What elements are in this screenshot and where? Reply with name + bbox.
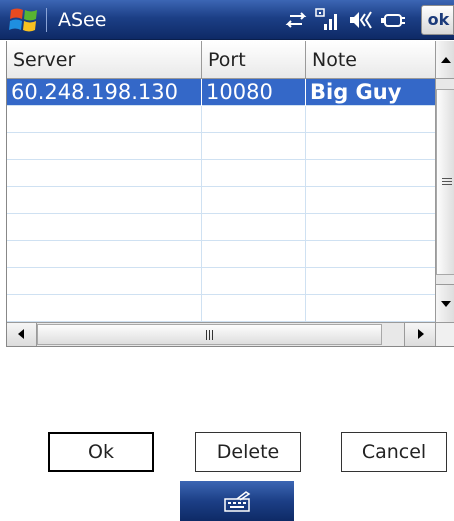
column-header-server[interactable]: Server <box>7 41 202 78</box>
note-cell: Big Guy <box>310 80 402 104</box>
keyboard-icon[interactable] <box>224 491 252 513</box>
app-title: ASee <box>58 9 107 31</box>
table-row[interactable] <box>7 187 435 214</box>
table-row[interactable] <box>7 241 435 268</box>
server-cell <box>7 187 202 214</box>
server-cell <box>7 214 202 241</box>
title-bar: ASee ok <box>0 0 454 40</box>
title-ok-button[interactable]: ok <box>421 5 454 35</box>
arrow-down-icon <box>441 301 451 307</box>
note-cell <box>306 241 435 268</box>
port-cell <box>202 214 306 241</box>
port-cell: 10080 <box>202 79 306 106</box>
column-header-note[interactable]: Note <box>306 41 435 78</box>
port-cell <box>202 187 306 214</box>
grip-line <box>442 181 452 182</box>
ok-button[interactable]: Ok <box>48 432 154 472</box>
note-cell <box>306 295 435 322</box>
port-cell <box>202 133 306 160</box>
port-cell <box>202 106 306 133</box>
vertical-scrollbar[interactable] <box>435 41 454 322</box>
scroll-right-button[interactable] <box>404 323 435 346</box>
port-cell <box>202 295 306 322</box>
port-cell <box>202 160 306 187</box>
grip-line <box>212 330 213 340</box>
server-cell <box>7 241 202 268</box>
port-cell <box>202 268 306 295</box>
scroll-left-button[interactable] <box>7 323 37 346</box>
note-cell <box>306 214 435 241</box>
connectivity-icon[interactable] <box>282 6 310 34</box>
table-row[interactable] <box>7 295 435 322</box>
scrollbar-corner <box>435 322 454 346</box>
note-cell <box>306 106 435 133</box>
server-cell <box>7 160 202 187</box>
note-cell <box>306 187 435 214</box>
note-cell <box>306 160 435 187</box>
table-row[interactable] <box>7 214 435 241</box>
scroll-down-button[interactable] <box>436 284 454 322</box>
grip-line <box>442 178 452 179</box>
horizontal-scrollbar[interactable] <box>7 322 435 346</box>
server-cell <box>7 106 202 133</box>
list-rows: 60.248.198.130 10080 Big Guy <box>7 79 435 322</box>
horizontal-scroll-thumb[interactable] <box>37 324 382 345</box>
table-row[interactable] <box>7 133 435 160</box>
server-cell: 60.248.198.130 <box>7 79 202 106</box>
delete-button[interactable]: Delete <box>195 432 301 472</box>
signal-icon[interactable] <box>314 6 342 34</box>
server-cell <box>7 295 202 322</box>
volume-icon[interactable] <box>347 6 375 34</box>
grip-line <box>209 330 210 340</box>
table-row[interactable] <box>7 160 435 187</box>
server-cell <box>7 268 202 295</box>
table-row[interactable] <box>7 268 435 295</box>
server-list[interactable]: Server Port Note 60.248.198.130 10080 Bi… <box>6 41 454 347</box>
note-cell <box>306 133 435 160</box>
grip-line <box>206 330 207 340</box>
cancel-button[interactable]: Cancel <box>341 432 447 472</box>
table-row[interactable]: 60.248.198.130 10080 Big Guy <box>7 79 435 106</box>
arrow-left-icon <box>18 329 24 339</box>
arrow-right-icon <box>418 329 424 339</box>
table-row[interactable] <box>7 106 435 133</box>
column-header-port[interactable]: Port <box>202 41 306 78</box>
scroll-up-button[interactable] <box>436 41 454 79</box>
server-cell <box>7 133 202 160</box>
note-cell <box>306 268 435 295</box>
menu-bar <box>180 481 294 521</box>
title-separator <box>46 8 47 32</box>
arrow-up-icon <box>441 57 451 63</box>
port-cell <box>202 241 306 268</box>
grip-line <box>442 184 452 185</box>
list-header: Server Port Note <box>7 41 435 79</box>
battery-icon[interactable] <box>379 6 407 34</box>
windows-start-icon[interactable] <box>8 5 40 35</box>
vertical-scroll-thumb[interactable] <box>436 89 454 275</box>
